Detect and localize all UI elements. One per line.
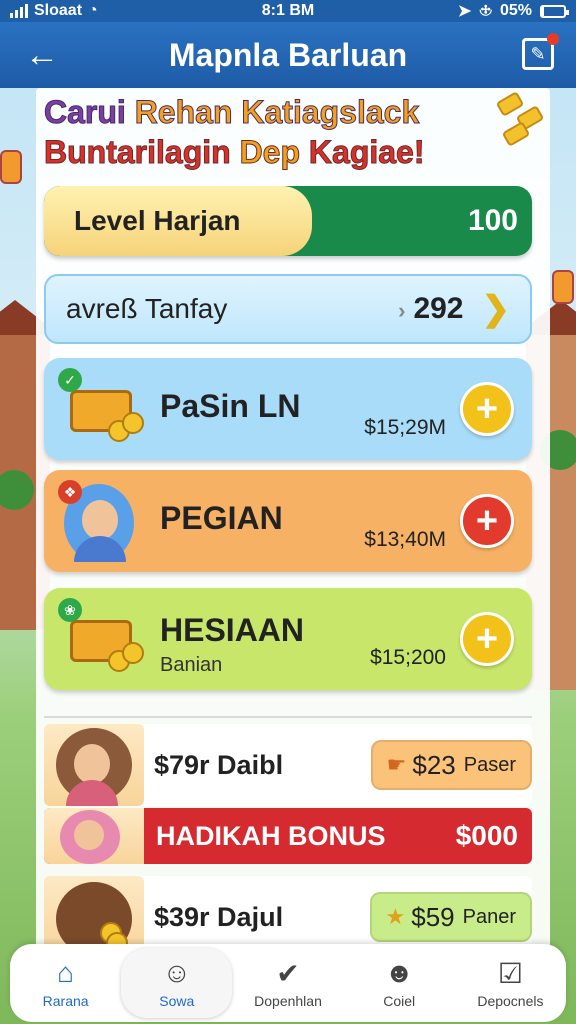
list-item-text: $79r Daibl — [154, 750, 284, 780]
lantern-left — [0, 150, 22, 184]
person-icon: ☻ — [384, 957, 414, 988]
add-button[interactable]: + — [460, 382, 514, 436]
list-item[interactable]: $79r Daibl ☛ $23 Paser — [44, 724, 532, 806]
nav-label: Coiel — [383, 993, 416, 1009]
card-hesiaan[interactable]: ❀ HESIAAN Banian $15;200 + — [44, 588, 532, 690]
plus-icon: + — [475, 499, 499, 542]
plus-icon: + — [475, 387, 499, 430]
home-icon: ⌂ — [57, 957, 75, 988]
bonus-value: $000 — [455, 820, 518, 851]
bottom-nav: ⌂ Rarana ☺ Sowa ✔ Dopenhlan ☻ Coiel ☑ De… — [10, 944, 566, 1022]
card-title: PaSin LN — [160, 388, 301, 424]
edit-button[interactable]: ✎ — [522, 33, 559, 70]
nav-label: Dopenhlan — [254, 993, 322, 1009]
card-title: PEGIAN — [160, 500, 283, 536]
level-value: 100 — [467, 204, 518, 237]
average-value: 292 — [413, 292, 464, 325]
nav-label: Sowa — [159, 993, 195, 1009]
checkbox-icon: ☑ — [497, 957, 523, 989]
app-bar: ← Mapnla Barluan ✎ — [0, 22, 576, 88]
nav-sowa[interactable]: ☺ Sowa — [121, 948, 233, 1018]
nav-label: Rarana — [42, 993, 89, 1009]
headline-line2-part2: Dep — [239, 134, 309, 171]
divider — [44, 716, 532, 718]
average-row[interactable]: avreß Tanfay › 292 ❯ — [44, 274, 532, 344]
pay-button-value: $23 — [412, 749, 456, 780]
pay-button-value: $59 — [411, 901, 455, 932]
chevron-left-icon: › — [398, 298, 406, 323]
pay-button[interactable]: ☛ $23 Paser — [370, 740, 532, 790]
battery-percent: 05% — [499, 2, 532, 19]
check-circle-icon: ✔ — [276, 957, 300, 989]
avatar — [44, 724, 144, 806]
maple-leaf-badge-icon: ❖ — [58, 480, 82, 504]
nav-dopenhlan[interactable]: ✔ Dopenhlan — [232, 944, 343, 1022]
gift-cart-icon: ✓ — [58, 368, 144, 448]
plus-icon: + — [475, 617, 499, 660]
headline-line1-part2: Rehan Katiagslack — [134, 94, 420, 131]
pencil-icon: ✎ — [530, 43, 546, 64]
average-label: avreß Tanfay — [66, 293, 228, 324]
nav-depocnels[interactable]: ☑ Depocnels — [455, 944, 566, 1022]
add-button[interactable]: + — [460, 612, 514, 666]
wifi-icon: ◔ — [88, 2, 98, 19]
clock: 8:1 BM — [261, 2, 315, 19]
headline-line2-part1: Buntarilagin — [44, 134, 240, 171]
add-button[interactable]: + — [460, 494, 514, 548]
headline-line2-part3: Kagiae! — [308, 134, 425, 171]
battery-icon — [540, 4, 569, 18]
star-icon: ★ — [385, 904, 406, 929]
pay-button-label: Paser — [463, 753, 516, 776]
leaf-badge-icon: ✓ — [58, 368, 82, 392]
card-title: HESIAAN — [160, 612, 305, 648]
nav-home[interactable]: ⌂ Rarana — [10, 944, 121, 1022]
face-icon: ☺ — [162, 957, 192, 988]
card-pasin[interactable]: ✓ PaSin LN $15;29M + — [44, 358, 532, 460]
card-amount: $13;40M — [364, 528, 446, 551]
leaf-badge-icon: ❀ — [58, 598, 82, 622]
gift-cart-icon: ❀ — [58, 598, 144, 678]
location-icon: ➤ — [457, 3, 472, 20]
bonus-banner[interactable]: HADIKAH BONUS $000 — [44, 808, 532, 864]
nav-coiel[interactable]: ☻ Coiel — [344, 944, 455, 1022]
hand-icon: ☛ — [386, 752, 407, 777]
chevron-right-icon[interactable]: ❯ — [482, 289, 511, 329]
avatar-icon: ❖ — [58, 480, 144, 562]
card-subtitle: Banian — [160, 654, 223, 676]
pay-button-label: Paner — [462, 905, 516, 928]
card-amount: $15;200 — [370, 646, 446, 669]
headline: Carui Rehan Katiagslack Buntarilagin Dep… — [44, 92, 544, 172]
level-progress: Level Harjan 100 — [44, 186, 532, 256]
level-label: Level Harjan — [74, 205, 241, 236]
card-pegiam[interactable]: ❖ PEGIAN $13;40M + — [44, 470, 532, 572]
back-button[interactable]: ← — [12, 25, 72, 85]
headline-line1-part1: Carui — [44, 94, 135, 131]
page-title: Mapnla Barluan — [168, 36, 408, 73]
nav-label: Depocnels — [477, 993, 544, 1009]
pay-button[interactable]: ★ $59 Paner — [369, 892, 532, 942]
lantern-right — [552, 270, 574, 304]
notification-dot — [547, 33, 559, 45]
arrow-left-icon: ← — [25, 35, 59, 74]
signal-icon — [10, 4, 28, 18]
main-panel: Carui Rehan Katiagslack Buntarilagin Dep… — [36, 88, 550, 958]
bonus-title: HADIKAH BONUS — [156, 821, 386, 851]
avatar — [44, 808, 144, 864]
bluetooth-icon: 🕁 — [479, 2, 492, 19]
gold-coins-icon — [490, 88, 550, 158]
card-amount: $15;29M — [364, 416, 446, 439]
carrier-name: Sloaat — [34, 2, 83, 19]
status-bar: Sloaat ◔ 8:1 BM ➤ 🕁 05% — [0, 0, 576, 22]
